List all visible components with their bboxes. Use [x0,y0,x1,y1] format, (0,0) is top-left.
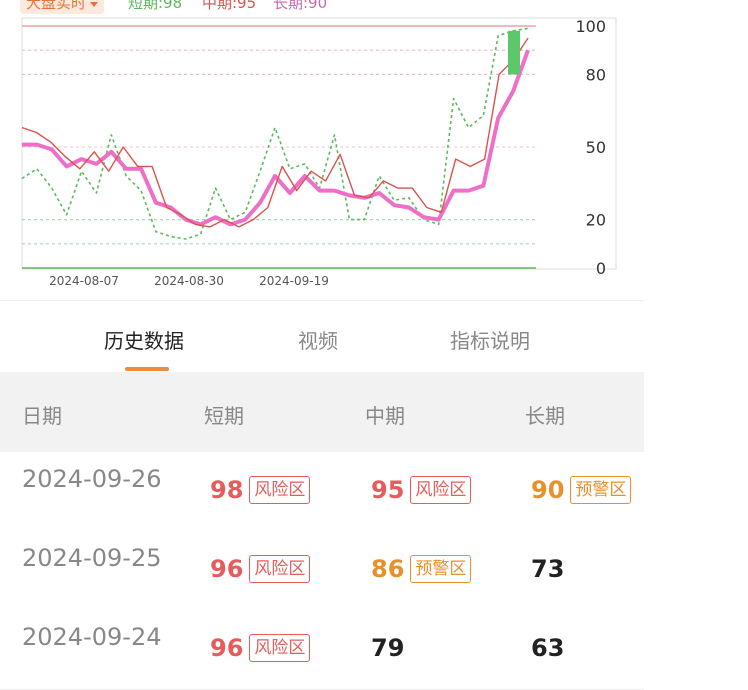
y-tick-label: 20 [586,211,606,230]
long-cell: 63 [531,634,564,662]
table-row[interactable]: 2024-09-25 96 风险区 86 预警区 73 [0,531,644,611]
header-short: 短期 [204,404,244,428]
short-cell: 96 风险区 [210,634,311,662]
table-row[interactable]: 2024-09-26 98 风险区 95 风险区 90 预警区 [0,452,644,532]
row-date: 2024-09-26 [22,465,162,493]
mid-cell: 95 风险区 [371,476,472,504]
indicator-chart[interactable]: 100 80 50 20 0 2024-08-07 2024-08-30 2024-09-19 [0,10,644,295]
tab-indicator-desc[interactable]: 指标说明 [450,325,530,354]
warning-badge: 预警区 [410,555,472,583]
active-tab-indicator [125,367,169,371]
latest-marker [508,30,520,75]
short-cell: 98 风险区 [210,476,311,504]
table-header: 日期 短期 中期 长期 [0,372,644,452]
y-tick-label: 0 [596,259,606,278]
table-row[interactable]: 2024-09-24 96 风险区 79 63 [0,610,644,690]
short-value: 96 [210,634,244,662]
header-date: 日期 [22,404,62,428]
tab-bar: 历史数据 视频 指标说明 [0,300,644,373]
mid-value: 95 [371,476,405,504]
mid-value: 79 [371,634,405,662]
long-value: 90 [531,476,565,504]
chart-svg: 100 80 50 20 0 2024-08-07 2024-08-30 2024-09-19 [21,17,617,288]
risk-badge: 风险区 [249,634,311,662]
long-cell: 73 [531,555,564,583]
tab-history[interactable]: 历史数据 [104,325,184,354]
header-long: 长期 [525,404,565,428]
mid-value: 86 [371,555,405,583]
mid-cell: 86 预警区 [371,555,472,583]
y-tick-label: 50 [586,138,606,157]
row-date: 2024-09-24 [22,623,162,651]
x-tick-label: 2024-09-19 [259,274,329,288]
long-value: 73 [531,555,565,583]
mid-cell: 79 [371,634,404,662]
long-cell: 90 预警区 [531,476,632,504]
header-mid: 中期 [365,404,405,428]
caret-down-icon [90,1,99,7]
long-value: 63 [531,634,565,662]
x-tick-label: 2024-08-07 [49,274,119,288]
risk-badge: 风险区 [249,555,311,583]
y-tick-label: 100 [575,17,606,36]
tab-video[interactable]: 视频 [298,325,338,354]
warning-badge: 预警区 [570,476,632,504]
row-date: 2024-09-25 [22,544,162,572]
risk-badge: 风险区 [410,476,472,504]
short-value: 98 [210,476,244,504]
x-tick-label: 2024-08-30 [154,274,224,288]
short-cell: 96 风险区 [210,555,311,583]
short-value: 96 [210,555,244,583]
risk-badge: 风险区 [249,476,311,504]
y-tick-label: 80 [586,65,606,84]
